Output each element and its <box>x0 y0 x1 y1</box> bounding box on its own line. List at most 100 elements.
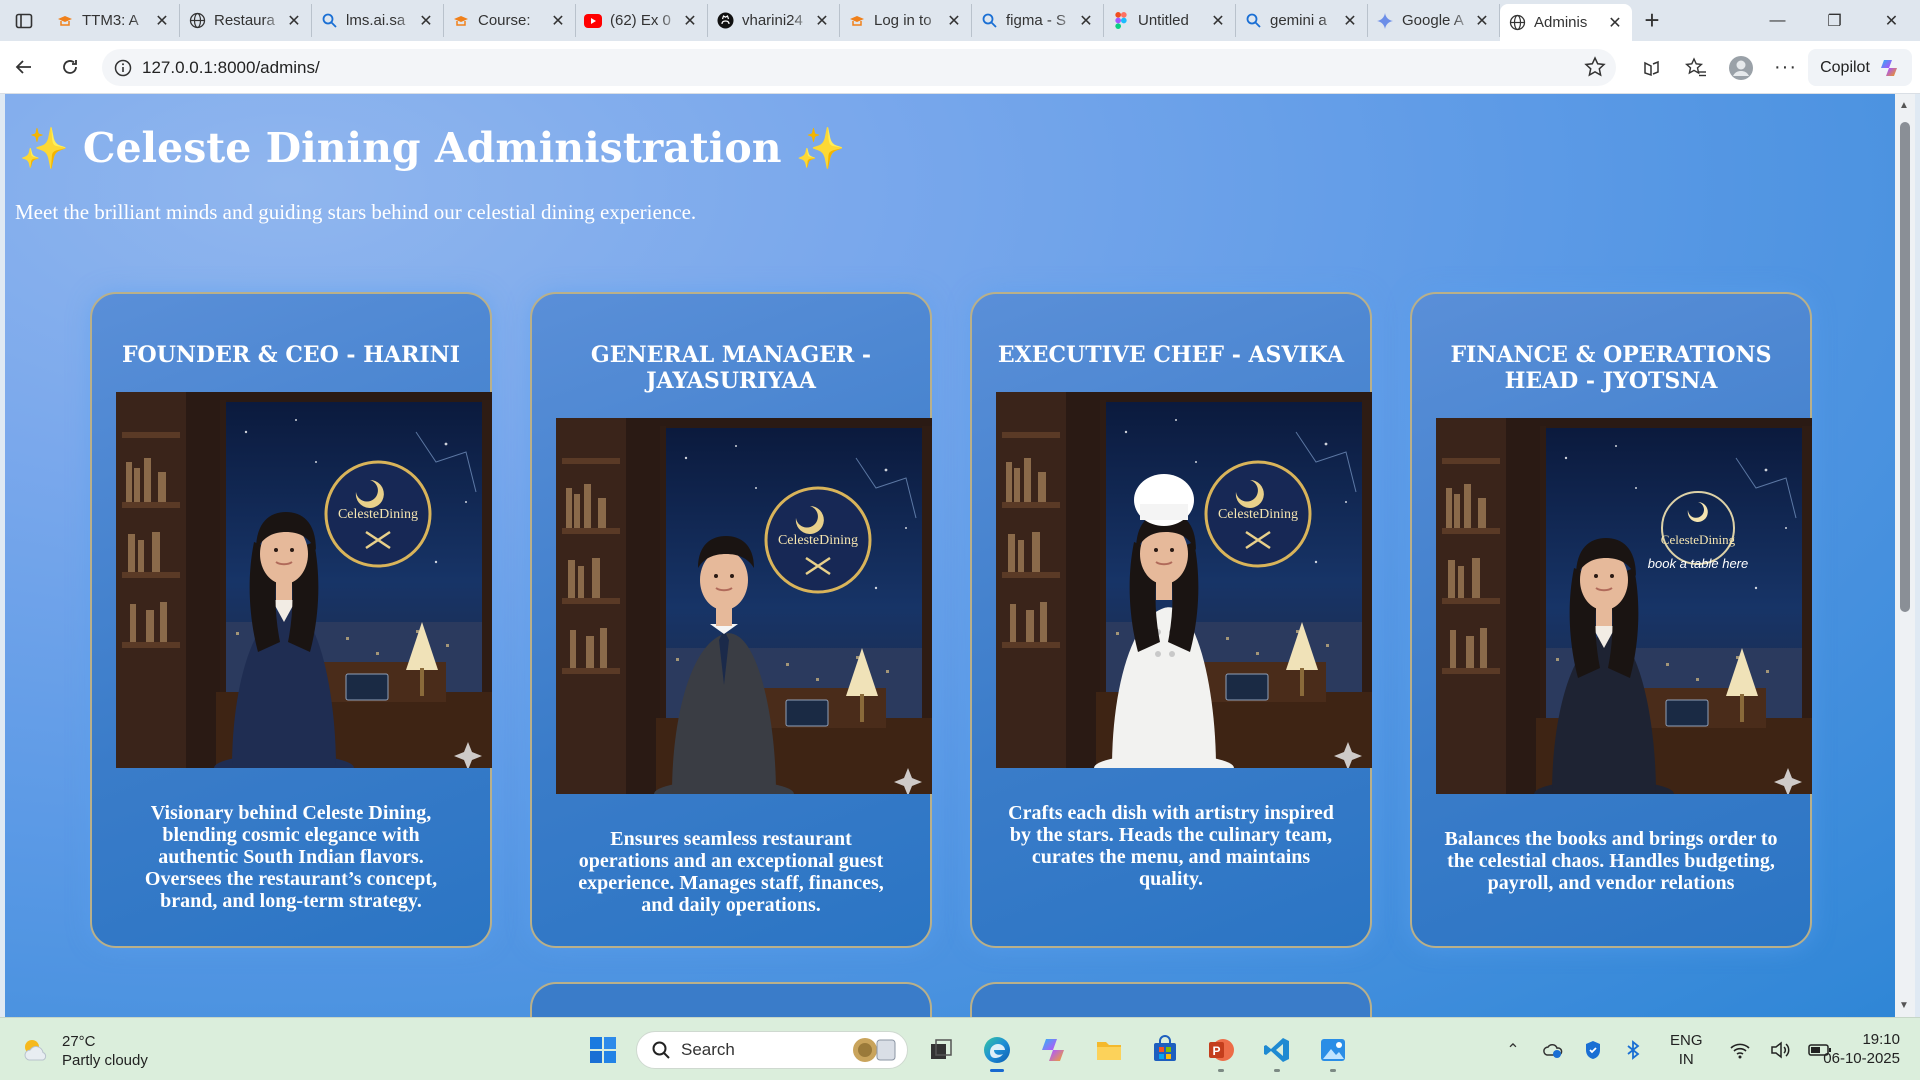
tab-close-icon[interactable]: ✕ <box>1341 11 1359 31</box>
tab-close-icon[interactable]: ✕ <box>417 11 435 31</box>
tab-actions-icon[interactable] <box>0 0 48 41</box>
svg-text:CelesteDining: CelesteDining <box>1218 507 1298 522</box>
page-title: ✨ Celeste Dining Administration ✨ <box>19 124 845 172</box>
tab-close-icon[interactable]: ✕ <box>1473 11 1491 31</box>
favorite-star-icon[interactable] <box>1584 56 1606 78</box>
tab-close-icon[interactable]: ✕ <box>813 11 831 31</box>
admin-role-title: FOUNDER & CEO - HARINI <box>121 342 461 368</box>
minimize-button[interactable]: — <box>1749 0 1806 41</box>
admin-role-title: FINANCE & OPERATIONS HEAD - JYOTSNA <box>1450 342 1772 394</box>
admin-portrait-image: CelesteDining book a table here <box>1436 418 1812 794</box>
microsoft-store-icon <box>1154 1035 1176 1061</box>
windows-logo-icon <box>590 1037 616 1063</box>
clock-date: 06-10-2025 <box>1823 1050 1900 1067</box>
tab-title: Restaura <box>214 12 275 29</box>
window-controls: — ❐ ✕ <box>1749 0 1920 41</box>
svg-text:CelesteDining: CelesteDining <box>338 507 418 522</box>
browser-tab[interactable]: TTM3: A ✕ <box>48 4 180 37</box>
weather-desc: Partly cloudy <box>62 1052 148 1069</box>
site-info-icon[interactable] <box>114 59 132 77</box>
admin-card: GENERAL MANAGER - JAYASURIYAA CelesteDin… <box>530 292 932 948</box>
edge-taskbar-button[interactable] <box>974 1027 1020 1073</box>
admin-description: Ensures seamless restaurant operations a… <box>578 828 884 916</box>
svg-text:CelesteDining: CelesteDining <box>1661 532 1736 547</box>
copilot-button[interactable]: Copilot <box>1808 49 1912 86</box>
profile-avatar-icon <box>1728 55 1753 80</box>
start-button[interactable] <box>580 1027 626 1073</box>
language-indicator[interactable]: ENG IN <box>1670 1031 1703 1069</box>
search-placeholder: Search <box>681 1040 735 1059</box>
favorites-button[interactable] <box>1673 41 1718 94</box>
read-aloud-icon <box>1643 60 1659 76</box>
tab-close-icon[interactable]: ✕ <box>681 11 699 31</box>
moodle-hat-icon <box>848 12 866 30</box>
browser-tab[interactable]: Course: ✕ <box>444 4 576 37</box>
tab-close-icon[interactable]: ✕ <box>549 11 567 31</box>
back-button[interactable] <box>2 45 46 89</box>
wifi-icon[interactable] <box>1727 1037 1753 1063</box>
tab-close-icon[interactable]: ✕ <box>153 11 171 31</box>
vscode-button[interactable] <box>1254 1027 1300 1073</box>
bluetooth-tray-icon[interactable] <box>1620 1037 1646 1063</box>
browser-tab[interactable]: vharini24 ✕ <box>708 4 840 37</box>
copilot-taskbar-button[interactable] <box>1030 1027 1076 1073</box>
youtube-icon <box>584 12 602 30</box>
read-aloud-button[interactable] <box>1628 41 1673 94</box>
tab-close-icon[interactable]: ✕ <box>1077 11 1095 31</box>
tab-close-icon[interactable]: ✕ <box>285 11 303 31</box>
close-window-button[interactable]: ✕ <box>1863 0 1920 41</box>
browser-tab[interactable]: gemini a ✕ <box>1236 4 1368 37</box>
paint-button[interactable] <box>1310 1027 1356 1073</box>
profile-button[interactable] <box>1718 41 1763 94</box>
tab-close-icon[interactable]: ✕ <box>1209 11 1227 31</box>
task-view-button[interactable] <box>918 1027 964 1073</box>
store-button[interactable] <box>1142 1027 1188 1073</box>
scrollbar-thumb[interactable] <box>1900 122 1910 612</box>
more-options-button[interactable]: ··· <box>1763 41 1808 94</box>
weather-widget[interactable]: 27°C Partly cloudy <box>20 1032 148 1070</box>
moodle-hat-icon <box>56 12 74 30</box>
tab-title: Course: <box>478 12 531 29</box>
favorites-list-icon <box>1684 56 1706 76</box>
page-scrollbar[interactable]: ▲ ▼ <box>1895 94 1915 1017</box>
ellipsis-icon: ··· <box>1774 56 1797 78</box>
refresh-button[interactable] <box>48 45 92 89</box>
volume-icon[interactable] <box>1767 1037 1793 1063</box>
taskbar-search[interactable]: Search <box>636 1031 908 1069</box>
admin-card: EXECUTIVE CHEF - ASVIKA CelesteDining Cr… <box>970 292 1372 948</box>
url-text[interactable]: 127.0.0.1:8000/admins/ <box>142 58 320 78</box>
onedrive-tray-icon[interactable] <box>1540 1037 1566 1063</box>
browser-tab[interactable]: Log in to ✕ <box>840 4 972 37</box>
browser-tab[interactable]: Google A ✕ <box>1368 4 1500 37</box>
new-tab-button[interactable]: + <box>1632 0 1672 41</box>
show-hidden-icons-button[interactable]: ⌃ <box>1500 1037 1526 1063</box>
browser-tab[interactable]: (62) Ex 0 ✕ <box>576 4 708 37</box>
restore-button[interactable]: ❐ <box>1806 0 1863 41</box>
tab-active[interactable]: Adminis ✕ <box>1500 4 1632 41</box>
browser-tab[interactable]: Restaura ✕ <box>180 4 312 37</box>
windows-taskbar: 27°C Partly cloudy Search P ⌃ ENG IN 19:… <box>0 1017 1920 1080</box>
browser-tab[interactable]: lms.ai.sa ✕ <box>312 4 444 37</box>
admin-portrait-image: CelesteDining <box>116 392 492 768</box>
browser-tab[interactable]: Untitled ✕ <box>1104 4 1236 37</box>
figma-icon <box>1112 12 1130 30</box>
search-icon <box>320 12 338 30</box>
scroll-up-arrow-icon[interactable]: ▲ <box>1899 100 1909 111</box>
powerpoint-icon: P <box>1209 1039 1234 1061</box>
chevron-up-icon: ⌃ <box>1506 1042 1520 1059</box>
address-field[interactable]: 127.0.0.1:8000/admins/ <box>102 49 1616 86</box>
admin-description: Balances the books and brings order to t… <box>1444 828 1778 894</box>
tab-title: gemini a <box>1270 12 1327 29</box>
tab-close-icon[interactable]: ✕ <box>1606 13 1624 33</box>
admin-card: FINANCE & OPERATIONS HEAD - JYOTSNA Cele… <box>1410 292 1812 948</box>
scroll-down-arrow-icon[interactable]: ▼ <box>1899 1000 1909 1011</box>
powerpoint-button[interactable]: P <box>1198 1027 1244 1073</box>
tab-title: Untitled <box>1138 12 1189 29</box>
tab-close-icon[interactable]: ✕ <box>945 11 963 31</box>
search-icon <box>1244 12 1262 30</box>
browser-tab[interactable]: figma - S ✕ <box>972 4 1104 37</box>
admin-role-title: EXECUTIVE CHEF - ASVIKA <box>997 342 1345 368</box>
clock[interactable]: 19:10 06-10-2025 <box>1823 1030 1900 1068</box>
file-explorer-button[interactable] <box>1086 1027 1132 1073</box>
security-tray-icon[interactable] <box>1580 1037 1606 1063</box>
